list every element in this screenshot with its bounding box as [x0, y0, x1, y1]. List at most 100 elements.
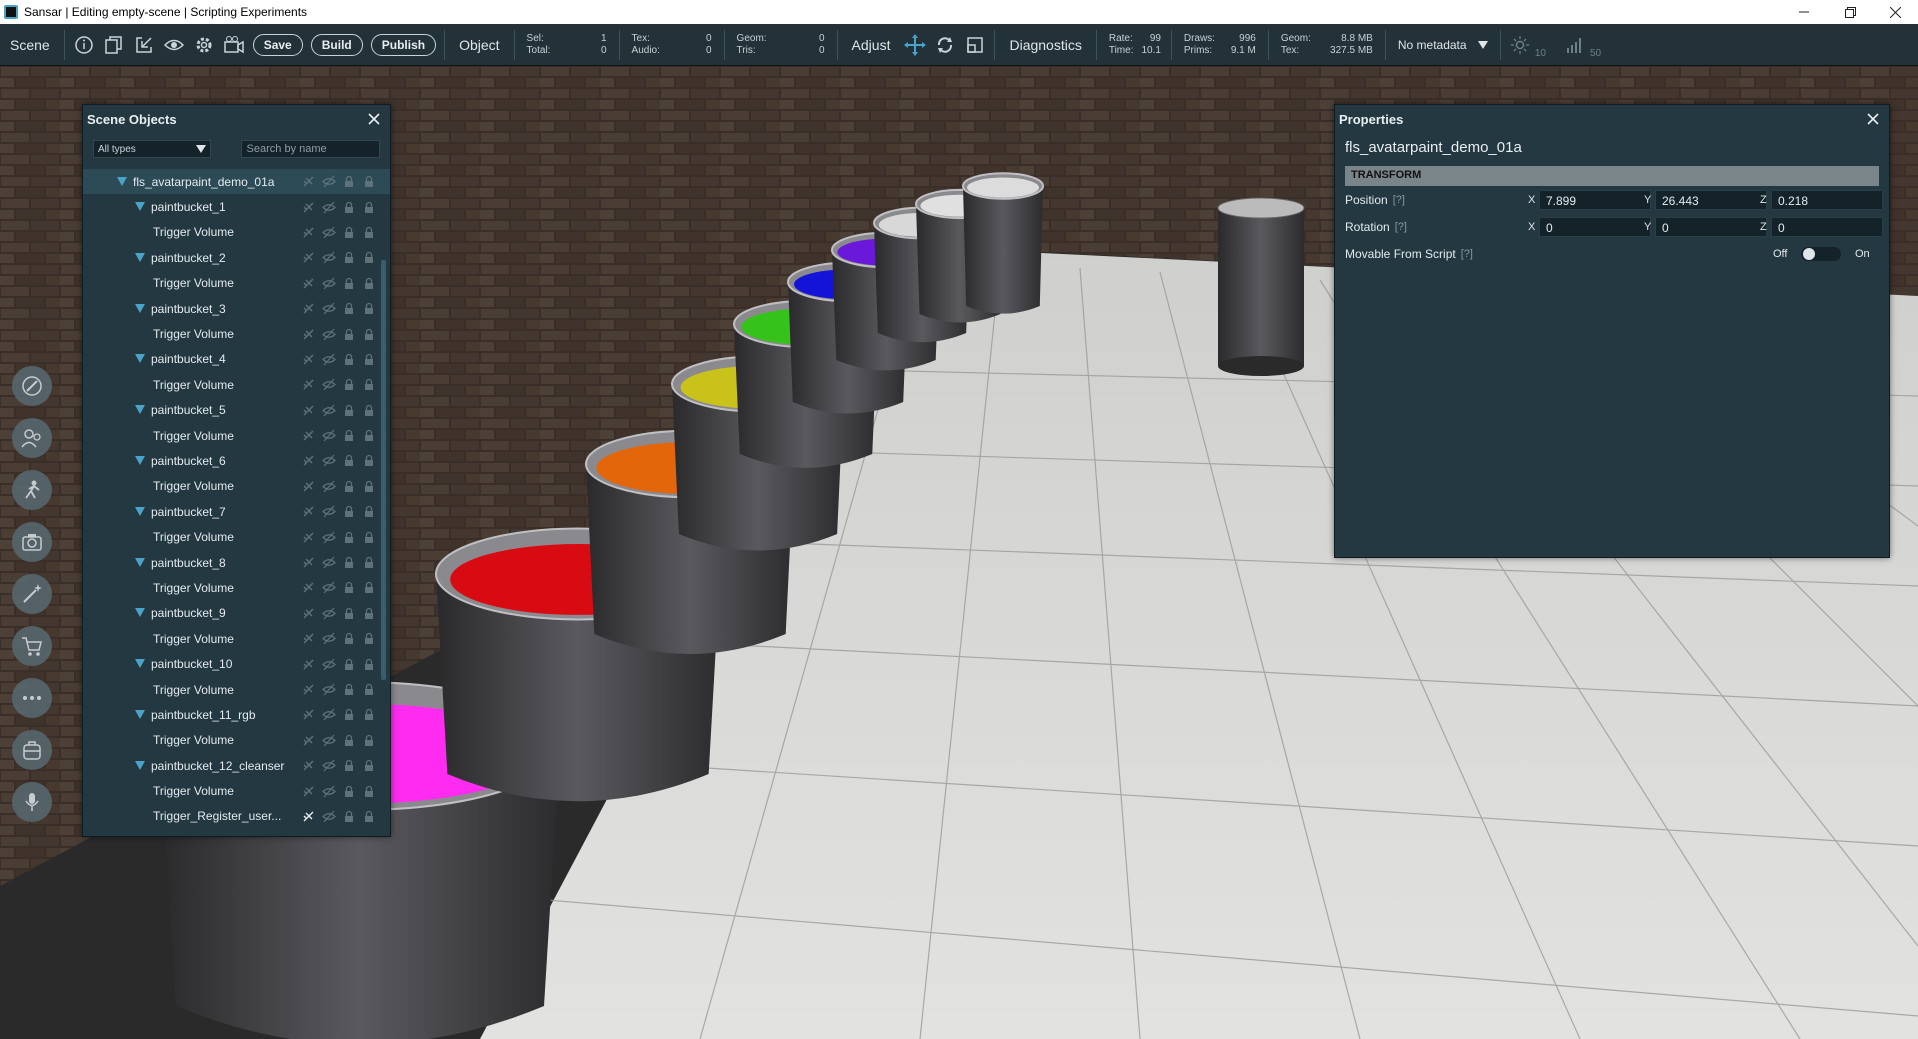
settings-gear-icon[interactable] [191, 32, 217, 58]
tree-row[interactable]: paintbucket_4 [83, 347, 390, 372]
rotate-icon[interactable] [932, 32, 958, 58]
hidden-eye-icon[interactable] [321, 580, 336, 595]
rotation-y-field[interactable]: 0 [1655, 216, 1767, 237]
shopping-cart-icon[interactable] [12, 626, 52, 666]
hidden-eye-icon[interactable] [321, 809, 336, 824]
script-disable-icon[interactable] [301, 555, 316, 570]
expand-arrow-icon[interactable] [117, 176, 127, 187]
lock-alt-icon[interactable] [361, 200, 376, 215]
lock-icon[interactable] [341, 200, 356, 215]
hidden-eye-icon[interactable] [321, 276, 336, 291]
script-disable-icon[interactable] [301, 631, 316, 646]
lock-alt-icon[interactable] [361, 225, 376, 240]
hidden-eye-icon[interactable] [321, 657, 336, 672]
lock-alt-icon[interactable] [361, 428, 376, 443]
expand-arrow-icon[interactable] [135, 659, 145, 669]
hidden-eye-icon[interactable] [321, 631, 336, 646]
lock-alt-icon[interactable] [361, 301, 376, 316]
hidden-eye-icon[interactable] [321, 352, 336, 367]
scrollbar[interactable] [381, 260, 386, 680]
script-disable-icon[interactable] [301, 327, 316, 342]
expand-arrow-icon[interactable] [135, 760, 145, 771]
hidden-eye-icon[interactable] [321, 225, 336, 240]
tree-row[interactable]: paintbucket_7 [83, 499, 390, 524]
tree-row[interactable]: Trigger Volume [83, 372, 390, 397]
lock-icon[interactable] [341, 580, 356, 595]
lock-icon[interactable] [341, 530, 356, 545]
lock-icon[interactable] [341, 428, 356, 443]
script-disable-icon[interactable] [301, 453, 316, 468]
lock-icon[interactable] [341, 276, 356, 291]
lock-icon[interactable] [341, 555, 356, 570]
lock-icon[interactable] [341, 225, 356, 240]
rotation-x-field[interactable]: 0 [1539, 216, 1651, 237]
brightness-icon[interactable] [1507, 32, 1533, 58]
info-icon[interactable] [71, 32, 97, 58]
more-icon[interactable] [12, 678, 52, 718]
script-disable-icon[interactable] [301, 301, 316, 316]
tree-row[interactable]: paintbucket_3 [83, 296, 390, 321]
tree-row[interactable]: Trigger Volume [83, 575, 390, 600]
lock-icon[interactable] [341, 301, 356, 316]
tree-row[interactable]: paintbucket_12_cleanser [83, 753, 390, 778]
tree-row[interactable]: paintbucket_10 [83, 651, 390, 676]
publish-button[interactable]: Publish [370, 33, 437, 56]
save-button[interactable]: Save [252, 33, 303, 56]
expand-arrow-icon[interactable] [135, 252, 145, 263]
lock-alt-icon[interactable] [361, 377, 376, 392]
close-window-button[interactable] [1872, 0, 1918, 24]
scene-menu[interactable]: Scene [0, 37, 60, 53]
metadata-select[interactable]: No metadata [1394, 34, 1492, 56]
lock-alt-icon[interactable] [361, 327, 376, 342]
lock-icon[interactable] [341, 327, 356, 342]
script-disable-icon[interactable] [301, 809, 316, 824]
script-disable-icon[interactable] [301, 530, 316, 545]
lock-alt-icon[interactable] [361, 174, 376, 189]
tree-row[interactable]: paintbucket_11_rgb [83, 702, 390, 727]
backpack-icon[interactable] [12, 730, 52, 770]
magic-wand-icon[interactable] [12, 574, 52, 614]
camera-icon[interactable] [12, 522, 52, 562]
script-disable-icon[interactable] [301, 504, 316, 519]
lock-alt-icon[interactable] [361, 250, 376, 265]
lock-alt-icon[interactable] [361, 657, 376, 672]
lock-icon[interactable] [341, 809, 356, 824]
movable-toggle[interactable] [1801, 246, 1841, 261]
tree-row[interactable]: Trigger Volume [83, 321, 390, 346]
position-z-field[interactable]: 0.218 [1771, 189, 1883, 210]
lock-alt-icon[interactable] [361, 758, 376, 773]
lock-alt-icon[interactable] [361, 504, 376, 519]
lock-alt-icon[interactable] [361, 276, 376, 291]
tree-row[interactable]: Trigger_Register_user... [83, 804, 390, 829]
lock-icon[interactable] [341, 250, 356, 265]
script-disable-icon[interactable] [301, 784, 316, 799]
transform-section-header[interactable]: TRANSFORM [1345, 166, 1879, 186]
emote-icon[interactable] [12, 470, 52, 510]
expand-arrow-icon[interactable] [135, 608, 145, 618]
lock-icon[interactable] [341, 606, 356, 621]
import-icon[interactable] [131, 32, 157, 58]
tree-row[interactable]: paintbucket_1 [83, 194, 390, 219]
lock-icon[interactable] [341, 377, 356, 392]
lock-icon[interactable] [341, 682, 356, 697]
hidden-eye-icon[interactable] [321, 758, 336, 773]
hidden-eye-icon[interactable] [321, 403, 336, 418]
lock-alt-icon[interactable] [361, 403, 376, 418]
lock-icon[interactable] [341, 733, 356, 748]
close-icon[interactable] [1865, 111, 1881, 127]
tree-row[interactable]: paintbucket_9 [83, 601, 390, 626]
tree-row[interactable]: Trigger Volume [83, 220, 390, 245]
script-disable-icon[interactable] [301, 733, 316, 748]
lock-icon[interactable] [341, 504, 356, 519]
hidden-eye-icon[interactable] [321, 555, 336, 570]
hidden-eye-icon[interactable] [321, 530, 336, 545]
script-disable-icon[interactable] [301, 479, 316, 494]
script-disable-icon[interactable] [301, 200, 316, 215]
lock-alt-icon[interactable] [361, 479, 376, 494]
tree-row[interactable]: Trigger Volume [83, 474, 390, 499]
lock-alt-icon[interactable] [361, 606, 376, 621]
script-disable-icon[interactable] [301, 580, 316, 595]
hidden-eye-icon[interactable] [321, 733, 336, 748]
navigate-icon[interactable] [12, 366, 52, 406]
position-y-field[interactable]: 26.443 [1655, 189, 1767, 210]
